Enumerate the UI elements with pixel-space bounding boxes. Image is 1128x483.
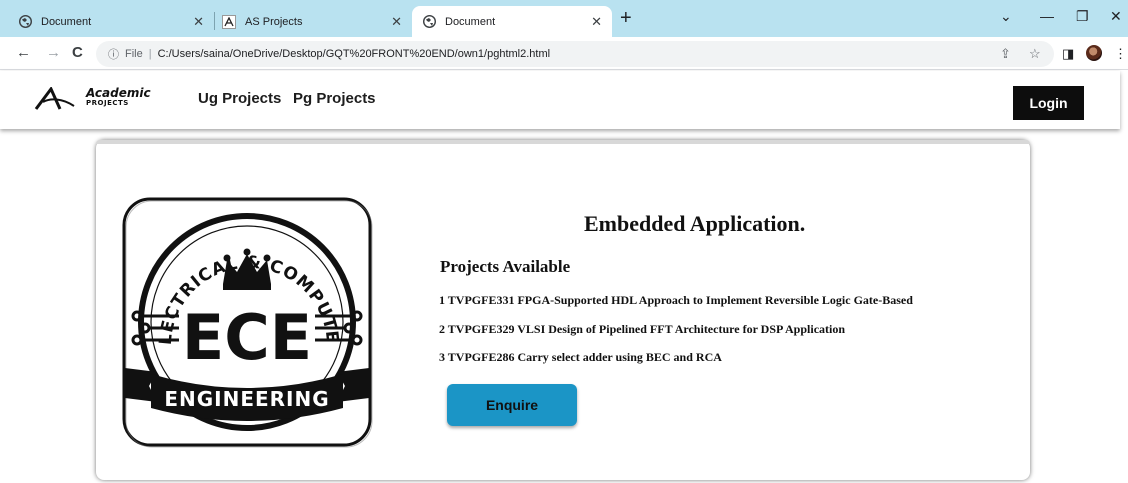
new-tab-button[interactable]: + — [620, 8, 632, 28]
close-tab-icon[interactable]: ✕ — [591, 14, 602, 30]
nav-pg-projects[interactable]: Pg Projects — [293, 90, 376, 107]
project-list: 1 TVPGFE331 FPGA-Supported HDL Approach … — [439, 293, 913, 379]
side-panel-icon[interactable]: ◨ — [1062, 46, 1074, 62]
nav-ug-projects[interactable]: Ug Projects — [198, 90, 281, 107]
close-tab-icon[interactable]: ✕ — [193, 14, 204, 30]
minimize-icon[interactable]: — — [1040, 8, 1054, 24]
address-divider: | — [148, 48, 152, 60]
browser-tab-active[interactable]: Document ✕ — [412, 6, 612, 37]
logo-mark-icon — [34, 87, 75, 110]
globe-icon — [18, 15, 32, 29]
tab-title: Document — [41, 15, 92, 28]
card-top-border — [96, 140, 1030, 144]
emblem-center-text: ECE — [182, 301, 312, 374]
section-subtitle: Projects Available — [440, 257, 571, 276]
star-icon[interactable]: ☆ — [1029, 46, 1041, 62]
forward-arrow-icon[interactable]: → — [46, 45, 61, 61]
enquire-button[interactable]: Enquire — [447, 384, 577, 426]
brand-logo[interactable]: Academic PROJECTS — [34, 85, 174, 115]
site-favicon — [222, 14, 236, 29]
reload-icon[interactable]: C — [72, 45, 83, 61]
list-item: 2 TVPGFE329 VLSI Design of Pipelined FFT… — [439, 321, 846, 336]
restore-icon[interactable]: ❐ — [1076, 8, 1089, 25]
browser-tab[interactable]: Document ✕ — [18, 6, 214, 37]
browser-tab-strip: Document ✕ AS Projects ✕ Document ✕ + ⌄ … — [0, 0, 1128, 37]
menu-dots-icon[interactable]: ⋮ — [1114, 46, 1127, 62]
login-button[interactable]: Login — [1013, 86, 1084, 120]
tab-divider — [214, 12, 215, 30]
tab-title: AS Projects — [245, 15, 303, 28]
globe-icon — [422, 15, 436, 29]
logo-text-primary: Academic — [86, 86, 151, 100]
ece-engineering-emblem: ELECTRICAL & COMPUTER ECE ENGINEERING — [121, 196, 373, 448]
browser-tab[interactable]: AS Projects ✕ — [222, 6, 412, 37]
page-title: Embedded Application. — [584, 211, 806, 236]
tab-title: Document — [445, 15, 496, 28]
close-tab-icon[interactable]: ✕ — [391, 14, 402, 30]
logo-text-secondary: PROJECTS — [86, 99, 129, 107]
address-toolbar: ← → C ⓘ File | C:/Users/saina/OneDrive/D… — [0, 37, 1128, 70]
list-item: 1 TVPGFE331 FPGA-Supported HDL Approach … — [439, 293, 913, 307]
site-header: Academic PROJECTS Ug Projects Pg Project… — [0, 71, 1120, 129]
file-scheme-label: File — [125, 48, 143, 60]
emblem-banner-text: ENGINEERING — [164, 387, 329, 411]
address-bar[interactable]: ⓘ File | C:/Users/saina/OneDrive/Desktop… — [96, 41, 1054, 67]
list-item: 3 TVPGFE286 Carry select adder using BEC… — [439, 350, 722, 364]
project-card: ELECTRICAL & COMPUTER ECE ENGINEERING Em… — [96, 140, 1030, 480]
close-window-icon[interactable]: ✕ — [1110, 8, 1122, 25]
share-icon[interactable]: ⇪ — [1000, 46, 1011, 62]
avatar[interactable] — [1086, 45, 1102, 61]
back-arrow-icon[interactable]: ← — [16, 45, 31, 61]
info-icon[interactable]: ⓘ — [108, 46, 119, 62]
chevron-down-icon[interactable]: ⌄ — [1000, 8, 1012, 25]
url-text[interactable]: C:/Users/saina/OneDrive/Desktop/GQT%20FR… — [158, 48, 550, 60]
